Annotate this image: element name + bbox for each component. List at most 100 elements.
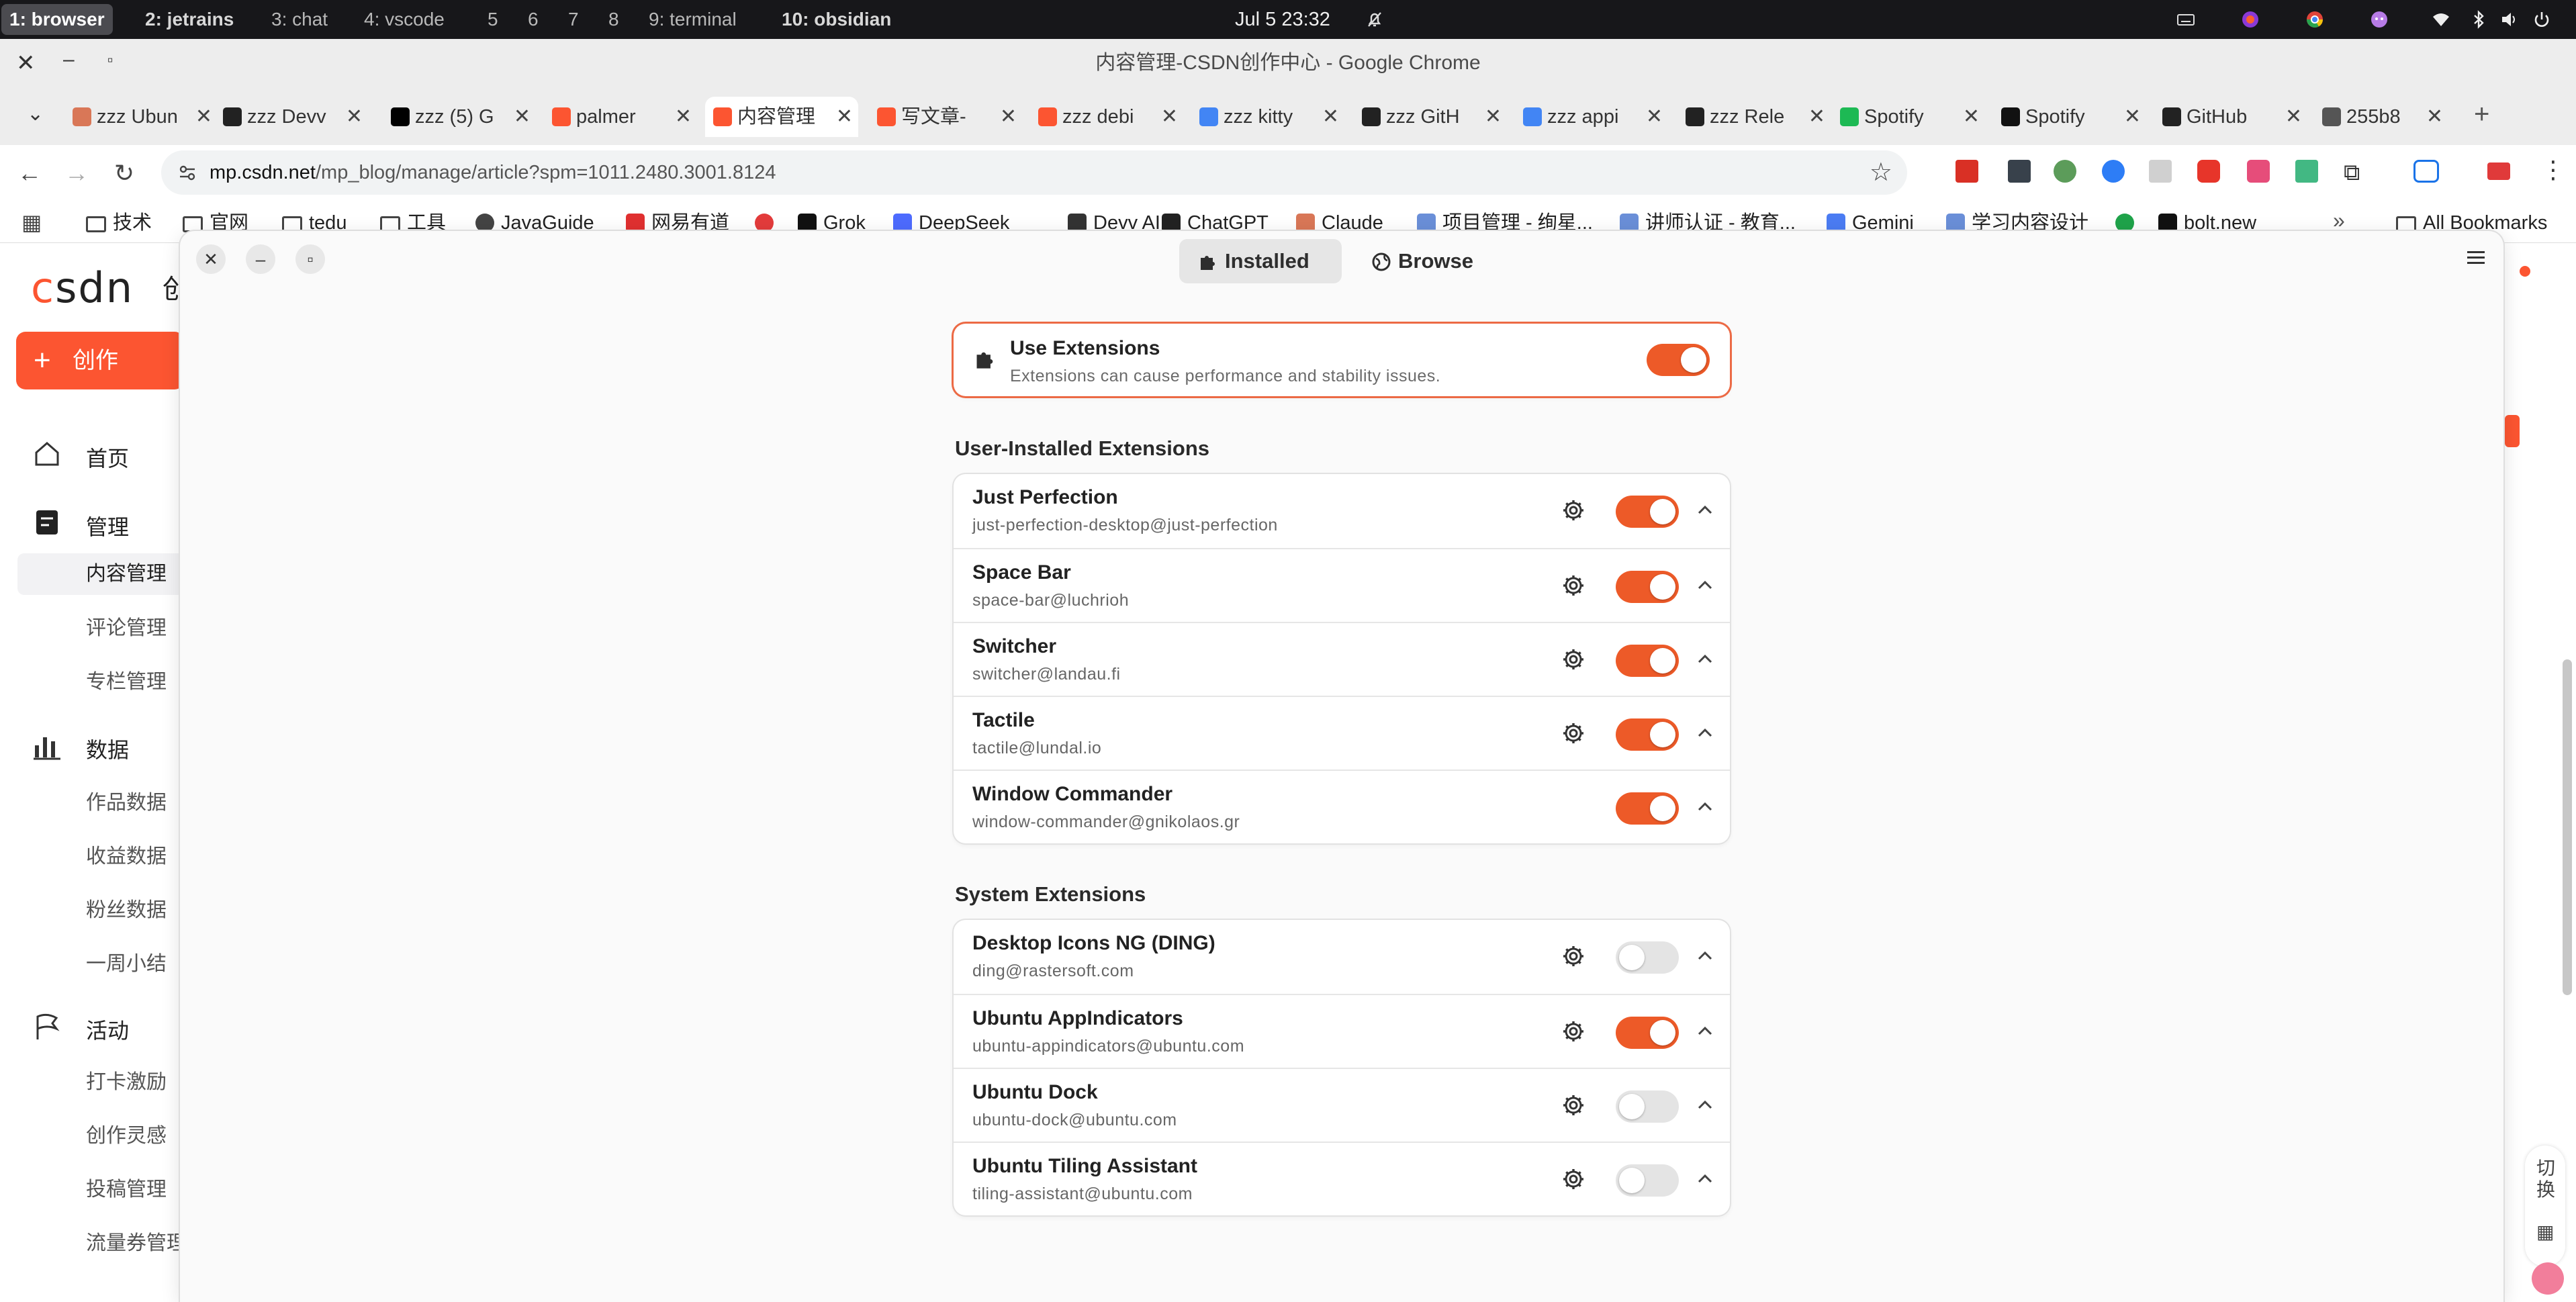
cat-app-icon[interactable]: [2369, 9, 2389, 30]
browser-tab[interactable]: zzz debi ✕: [1030, 97, 1183, 137]
tab-search-icon[interactable]: ⌄: [27, 102, 44, 126]
extensions-puzzle-icon[interactable]: ⧉: [2344, 160, 2360, 186]
volume-icon[interactable]: [2499, 9, 2520, 30]
browser-tab[interactable]: zzz appi ✕: [1515, 97, 1668, 137]
extension-toggle[interactable]: [1616, 1090, 1679, 1123]
workspace-7[interactable]: 7: [568, 0, 579, 39]
close-tab-icon[interactable]: ✕: [2285, 105, 2302, 129]
close-tab-icon[interactable]: ✕: [195, 105, 212, 129]
settings-gear-icon[interactable]: [1562, 722, 1585, 745]
create-button[interactable]: + 创作: [16, 332, 184, 389]
more-bookmarks-chevron-icon[interactable]: »: [2333, 208, 2345, 233]
bookmark-item[interactable]: 技术: [86, 210, 152, 236]
menu-column-manage[interactable]: 专栏管理: [86, 665, 167, 694]
menu-manage[interactable]: 管理: [86, 510, 129, 541]
window-close-button[interactable]: ✕: [196, 244, 226, 274]
bluetooth-icon[interactable]: [2469, 9, 2489, 30]
translate-extension-icon[interactable]: [2247, 160, 2270, 183]
menu-fans-data[interactable]: 粉丝数据: [86, 893, 167, 923]
browser-tab[interactable]: zzz Rele ✕: [1677, 97, 1831, 137]
notifications-off-icon[interactable]: [1365, 9, 1385, 30]
browser-tab[interactable]: 写文章- ✕: [869, 97, 1022, 137]
bookmark-star-icon[interactable]: ☆: [1870, 157, 1892, 187]
clock[interactable]: Jul 5 23:32: [1235, 0, 1330, 39]
workspace-10[interactable]: 10: obsidian: [782, 0, 891, 39]
chevron-up-icon[interactable]: [1698, 505, 1712, 514]
close-tab-icon[interactable]: ✕: [1322, 105, 1339, 129]
menu-income-data[interactable]: 收益数据: [86, 839, 167, 869]
close-tab-icon[interactable]: ✕: [836, 105, 853, 129]
browser-tab[interactable]: 内容管理 ✕: [705, 97, 858, 137]
chrome-minimize-button[interactable]: –: [63, 48, 75, 71]
workspace-8[interactable]: 8: [608, 0, 619, 39]
use-extensions-toggle[interactable]: [1647, 344, 1710, 376]
workspace-1[interactable]: 1: browser: [1, 4, 113, 35]
menu-submission[interactable]: 投稿管理: [86, 1172, 167, 1202]
page-scrollbar[interactable]: [2563, 659, 2572, 995]
extension-toggle[interactable]: [1616, 1017, 1679, 1049]
close-tab-icon[interactable]: ✕: [2426, 105, 2443, 129]
close-tab-icon[interactable]: ✕: [1000, 105, 1017, 129]
chevron-up-icon[interactable]: [1698, 1174, 1712, 1183]
menu-inspiration[interactable]: 创作灵感: [86, 1119, 167, 1148]
chrome-maximize-button[interactable]: ▫: [107, 51, 113, 70]
chevron-up-icon[interactable]: [1698, 654, 1712, 663]
extension-toggle[interactable]: [1616, 792, 1679, 825]
firefox-dev-icon[interactable]: [2240, 9, 2260, 30]
apps-grid-icon[interactable]: ▦: [21, 210, 42, 235]
vue-devtools-icon[interactable]: [2295, 160, 2318, 183]
translate-float-icon[interactable]: [2532, 1262, 2564, 1295]
chevron-up-icon[interactable]: [1698, 728, 1712, 737]
workspace-3[interactable]: 3: chat: [271, 0, 328, 39]
close-tab-icon[interactable]: ✕: [1485, 105, 1502, 129]
hamburger-menu-icon[interactable]: [2467, 250, 2485, 265]
browser-tab[interactable]: zzz GitH ✕: [1354, 97, 1507, 137]
chrome-close-button[interactable]: ✕: [16, 50, 36, 77]
browser-tab[interactable]: GitHub ✕: [2154, 97, 2307, 137]
reload-button[interactable]: ↻: [114, 160, 134, 187]
browser-tab[interactable]: zzz (5) G ✕: [383, 97, 536, 137]
close-tab-icon[interactable]: ✕: [1963, 105, 1980, 129]
browser-tab[interactable]: zzz Devv ✕: [215, 97, 368, 137]
extension-toggle[interactable]: [1616, 941, 1679, 974]
menu-activity[interactable]: 活动: [86, 1014, 129, 1045]
close-tab-icon[interactable]: ✕: [514, 105, 531, 129]
menu-data[interactable]: 数据: [86, 733, 129, 764]
new-tab-button[interactable]: +: [2474, 99, 2489, 130]
window-minimize-button[interactable]: –: [246, 244, 275, 274]
browser-tab[interactable]: Spotify ✕: [1832, 97, 1985, 137]
close-tab-icon[interactable]: ✕: [2124, 105, 2141, 129]
workspace-6[interactable]: 6: [528, 0, 539, 39]
orange-edge-button[interactable]: [2505, 415, 2520, 447]
address-bar[interactable]: mp.csdn.net/mp_blog/manage/article?spm=1…: [161, 150, 1907, 195]
menu-weekly-summary[interactable]: 一周小结: [86, 947, 167, 976]
chrome-menu-icon[interactable]: ⋮: [2541, 156, 2565, 184]
extension-toggle[interactable]: [1616, 496, 1679, 528]
forward-button[interactable]: →: [64, 160, 89, 187]
close-tab-icon[interactable]: ✕: [1161, 105, 1178, 129]
chevron-up-icon[interactable]: [1698, 1026, 1712, 1035]
settings-gear-icon[interactable]: [1562, 574, 1585, 597]
browser-tab[interactable]: Spotify ✕: [1993, 97, 2146, 137]
workspace-4[interactable]: 4: vscode: [364, 0, 445, 39]
menu-traffic-coupon[interactable]: 流量券管理: [86, 1226, 187, 1256]
wifi-icon[interactable]: [2431, 9, 2451, 30]
chevron-up-icon[interactable]: [1698, 1100, 1712, 1109]
keyboard-icon[interactable]: [2176, 9, 2196, 30]
menu-checkin[interactable]: 打卡激励: [86, 1065, 167, 1095]
extension-fe-icon[interactable]: [1956, 160, 1978, 183]
chrome-icon[interactable]: [2305, 9, 2325, 30]
window-maximize-button[interactable]: ▫: [295, 244, 325, 274]
browser-tab[interactable]: zzz kitty ✕: [1191, 97, 1344, 137]
workspace-2[interactable]: 2: jetrains: [145, 0, 234, 39]
csdn-logo[interactable]: csdn: [31, 263, 134, 312]
extension-toggle[interactable]: [1616, 571, 1679, 603]
extension-green-icon[interactable]: [2054, 160, 2076, 183]
menu-home[interactable]: 首页: [86, 442, 129, 473]
close-tab-icon[interactable]: ✕: [346, 105, 363, 129]
workspace-9[interactable]: 9: terminal: [649, 0, 737, 39]
menu-comment-manage[interactable]: 评论管理: [86, 611, 167, 641]
close-tab-icon[interactable]: ✕: [1808, 105, 1825, 129]
settings-gear-icon[interactable]: [1562, 945, 1585, 968]
chevron-up-icon[interactable]: [1698, 580, 1712, 590]
